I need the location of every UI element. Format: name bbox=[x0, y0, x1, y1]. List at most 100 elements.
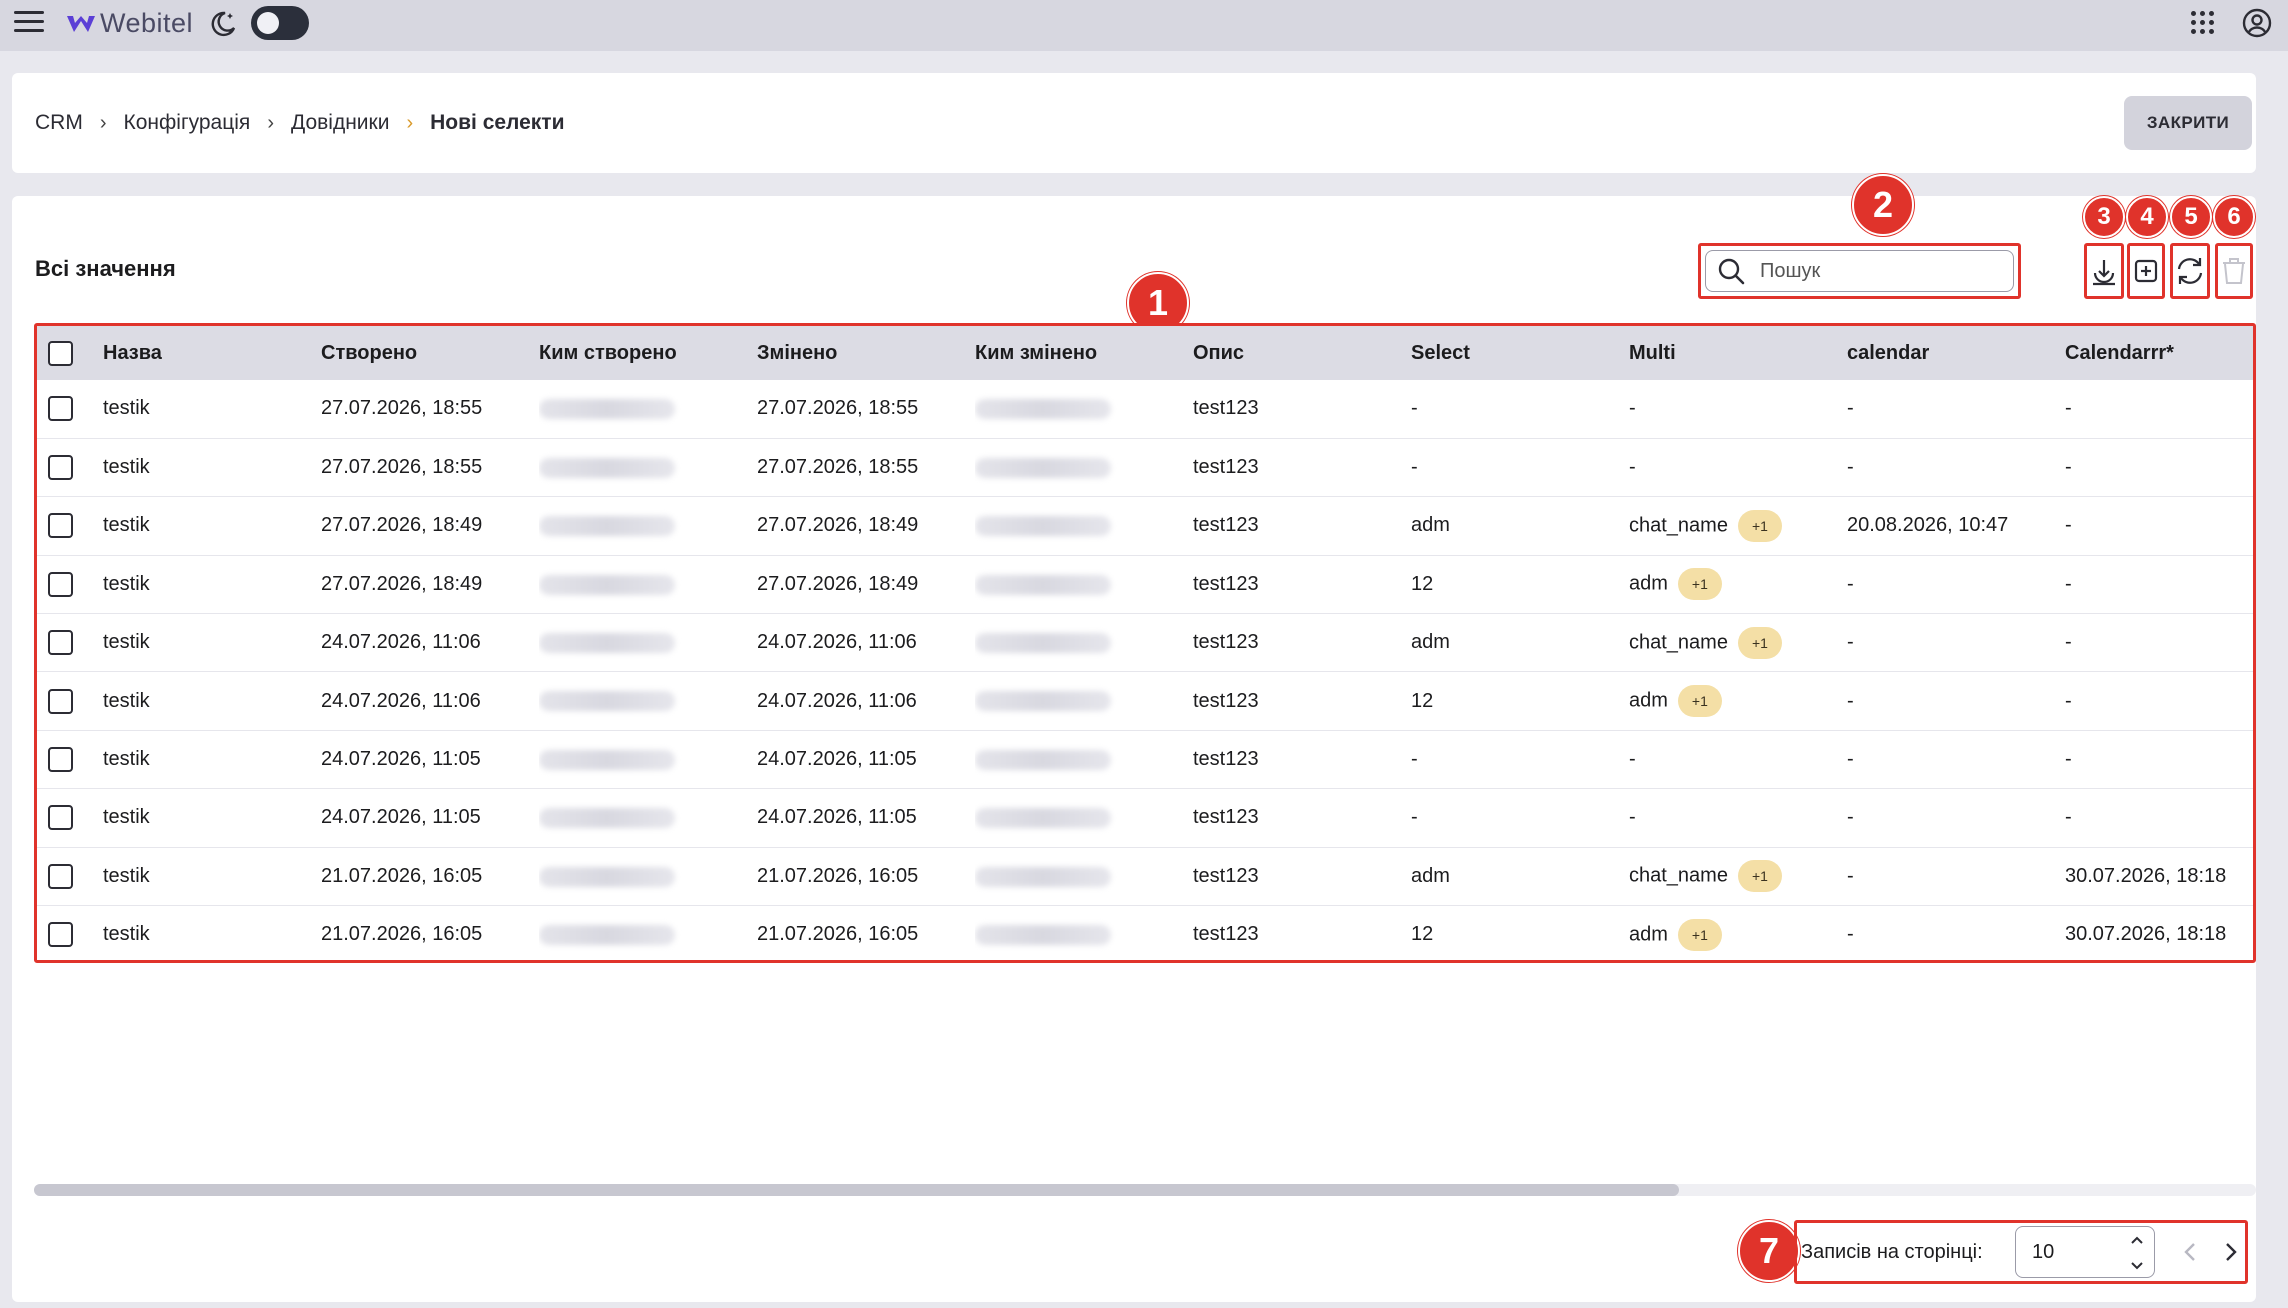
cell-calendarrr: 30.07.2026, 18:18 bbox=[2065, 864, 2227, 887]
cell-created: 21.07.2026, 16:05 bbox=[321, 923, 483, 946]
cell-calendarrr: - bbox=[2065, 456, 2072, 479]
cell-modified-by-redacted bbox=[975, 749, 1111, 770]
delete-button[interactable] bbox=[2215, 243, 2253, 299]
row-checkbox[interactable] bbox=[48, 688, 73, 714]
close-button[interactable]: ЗАКРИТИ bbox=[2124, 96, 2252, 150]
more-count-chip[interactable]: +1 bbox=[1737, 860, 1782, 893]
scrollbar-thumb[interactable] bbox=[34, 1184, 1679, 1196]
column-header-modified-by[interactable]: Ким змінено bbox=[975, 326, 1193, 380]
cell-name: testik bbox=[103, 923, 150, 946]
cell-calendar: - bbox=[1847, 572, 1854, 595]
cell-description: test123 bbox=[1193, 806, 1259, 829]
breadcrumb: CRM › Конфігурація › Довідники › Нові се… bbox=[35, 111, 565, 135]
cell-modified-by-redacted bbox=[975, 808, 1111, 829]
horizontal-scrollbar[interactable] bbox=[34, 1184, 2256, 1196]
cell-created: 24.07.2026, 11:05 bbox=[321, 748, 481, 771]
cell-select: 12 bbox=[1411, 923, 1434, 946]
cell-calendar: 20.08.2026, 10:47 bbox=[1847, 514, 2009, 537]
breadcrumb-crm[interactable]: CRM bbox=[35, 111, 83, 135]
download-button[interactable] bbox=[2084, 243, 2124, 299]
brand-name: Webitel bbox=[100, 8, 194, 38]
cell-calendarrr: - bbox=[2065, 806, 2072, 829]
chevron-right-icon[interactable] bbox=[2221, 1240, 2241, 1264]
page-size-input[interactable]: 10 bbox=[2015, 1226, 2155, 1278]
header-panel: CRM › Конфігурація › Довідники › Нові се… bbox=[12, 73, 2256, 173]
cell-calendarrr: 30.07.2026, 18:18 bbox=[2065, 923, 2227, 946]
cell-modified-by-redacted bbox=[975, 516, 1111, 537]
cell-created-by-redacted bbox=[539, 574, 675, 595]
breadcrumb-current: Нові селекти bbox=[430, 111, 565, 134]
column-header-multi[interactable]: Multi bbox=[1629, 326, 1847, 380]
add-button[interactable] bbox=[2127, 243, 2165, 299]
column-header-description[interactable]: Опис bbox=[1193, 326, 1411, 380]
search-input[interactable] bbox=[1760, 259, 1980, 283]
more-count-chip[interactable]: +1 bbox=[1677, 918, 1722, 951]
column-header-modified[interactable]: Змінено bbox=[757, 326, 975, 380]
breadcrumb-configuration[interactable]: Конфігурація bbox=[124, 111, 251, 135]
table-row[interactable]: testik 24.07.2026, 11:05 24.07.2026, 11:05… bbox=[37, 730, 2253, 789]
chevron-left-icon[interactable] bbox=[2180, 1240, 2200, 1264]
table-row[interactable]: testik 27.07.2026, 18:49 27.07.2026, 18:49… bbox=[37, 497, 2253, 556]
cell-modified: 24.07.2026, 11:05 bbox=[757, 748, 917, 771]
menu-icon[interactable] bbox=[14, 11, 44, 37]
cell-modified-by-redacted bbox=[975, 924, 1111, 945]
cell-multi: adm bbox=[1629, 922, 1668, 945]
cell-description: test123 bbox=[1193, 864, 1259, 887]
breadcrumb-dictionaries[interactable]: Довідники bbox=[291, 111, 389, 135]
table-row[interactable]: testik 21.07.2026, 16:05 21.07.2026, 16:05… bbox=[37, 847, 2253, 906]
refresh-button[interactable] bbox=[2170, 243, 2210, 299]
account-icon[interactable] bbox=[2242, 8, 2272, 38]
more-count-chip[interactable]: +1 bbox=[1737, 626, 1782, 659]
cell-created: 27.07.2026, 18:55 bbox=[321, 397, 483, 420]
row-checkbox[interactable] bbox=[48, 630, 73, 656]
column-header-calendarrr[interactable]: Calendarrr* bbox=[2065, 326, 2253, 380]
stepper-icon[interactable] bbox=[2130, 1234, 2144, 1272]
cell-multi: - bbox=[1629, 397, 1636, 420]
row-checkbox[interactable] bbox=[48, 747, 73, 773]
row-checkbox[interactable] bbox=[48, 863, 73, 889]
column-header-select[interactable]: Select bbox=[1411, 326, 1629, 380]
more-count-chip[interactable]: +1 bbox=[1677, 685, 1722, 718]
table-row[interactable]: testik 27.07.2026, 18:55 27.07.2026, 18:55… bbox=[37, 380, 2253, 439]
select-all-checkbox[interactable] bbox=[48, 340, 73, 366]
row-checkbox[interactable] bbox=[48, 922, 73, 948]
cell-multi: adm bbox=[1629, 572, 1668, 595]
row-checkbox[interactable] bbox=[48, 571, 73, 597]
table-row[interactable]: testik 24.07.2026, 11:06 24.07.2026, 11:06… bbox=[37, 614, 2253, 672]
column-header-calendar[interactable]: calendar bbox=[1847, 326, 2065, 380]
row-checkbox[interactable] bbox=[48, 455, 73, 481]
page-size-value: 10 bbox=[2032, 1240, 2055, 1263]
column-header-created[interactable]: Створено bbox=[321, 326, 539, 380]
cell-description: test123 bbox=[1193, 572, 1259, 595]
cell-calendarrr: - bbox=[2065, 572, 2072, 595]
table-row[interactable]: testik 24.07.2026, 11:06 24.07.2026, 11:06… bbox=[37, 672, 2253, 731]
cell-description: test123 bbox=[1193, 514, 1259, 537]
table-row[interactable]: testik 24.07.2026, 11:05 24.07.2026, 11:05… bbox=[37, 789, 2253, 848]
cell-modified: 27.07.2026, 18:49 bbox=[757, 572, 919, 595]
table-row[interactable]: testik 27.07.2026, 18:55 27.07.2026, 18:55… bbox=[37, 438, 2253, 497]
cell-calendar: - bbox=[1847, 923, 1854, 946]
row-checkbox[interactable] bbox=[48, 513, 73, 539]
cell-created-by-redacted bbox=[539, 516, 675, 537]
download-icon bbox=[2093, 260, 2115, 286]
more-count-chip[interactable]: +1 bbox=[1737, 509, 1782, 542]
top-bar: Webitel bbox=[0, 0, 2288, 51]
cell-created-by-redacted bbox=[539, 808, 675, 829]
column-header-name[interactable]: Назва bbox=[103, 326, 321, 380]
cell-calendarrr: - bbox=[2065, 748, 2072, 771]
cell-calendarrr: - bbox=[2065, 689, 2072, 712]
table-row[interactable]: testik 21.07.2026, 16:05 21.07.2026, 16:05… bbox=[37, 906, 2253, 960]
cell-created: 27.07.2026, 18:49 bbox=[321, 514, 483, 537]
apps-grid-icon[interactable] bbox=[2191, 11, 2215, 35]
cell-multi: chat_name bbox=[1629, 631, 1728, 654]
row-checkbox[interactable] bbox=[48, 396, 73, 422]
column-header-created-by[interactable]: Ким створено bbox=[539, 326, 757, 380]
logo[interactable]: Webitel bbox=[66, 8, 193, 39]
row-checkbox[interactable] bbox=[48, 805, 73, 831]
annotation-badge-2: 2 bbox=[1852, 174, 1914, 236]
table-row[interactable]: testik 27.07.2026, 18:49 27.07.2026, 18:49… bbox=[37, 555, 2253, 614]
cell-select: 12 bbox=[1411, 572, 1434, 595]
more-count-chip[interactable]: +1 bbox=[1677, 568, 1722, 601]
theme-toggle[interactable] bbox=[251, 6, 309, 40]
cell-created-by-redacted bbox=[539, 749, 675, 770]
